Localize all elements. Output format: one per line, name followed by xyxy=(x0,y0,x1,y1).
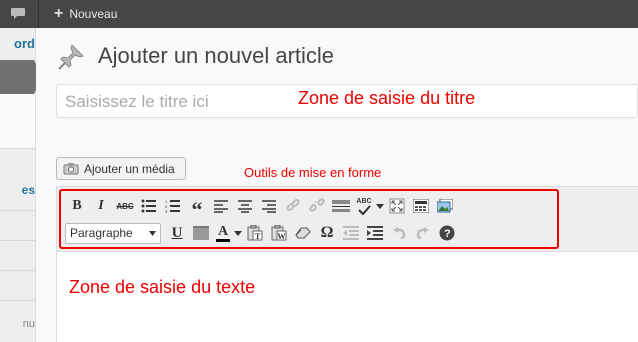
paste-text-icon[interactable]: T xyxy=(243,221,267,245)
align-center-icon[interactable] xyxy=(233,194,257,218)
sidebar-item-articles-active[interactable] xyxy=(0,60,34,94)
underline-icon[interactable]: U xyxy=(165,221,189,245)
bullet-list-icon[interactable] xyxy=(137,194,161,218)
italic-icon[interactable]: I xyxy=(89,194,113,218)
new-menu-label: Nouveau xyxy=(69,7,118,21)
admin-bar: + Nouveau xyxy=(0,0,638,28)
strikethrough-icon[interactable]: ABC xyxy=(113,194,137,218)
sidebar-item-pages[interactable]: es xyxy=(0,183,35,197)
add-media-label: Ajouter un média xyxy=(84,161,175,176)
svg-text:W: W xyxy=(278,232,286,241)
title-zone-annotation: Zone de saisie du titre xyxy=(298,88,476,108)
redo-icon[interactable] xyxy=(411,221,435,245)
sidebar-divider xyxy=(0,148,35,149)
main-content: Ajouter un nouvel article Zone de saisie… xyxy=(36,28,638,342)
text-color-glyph: A xyxy=(217,223,229,239)
outdent-icon[interactable] xyxy=(339,221,363,245)
svg-text:?: ? xyxy=(444,228,451,240)
toolbar-row-2: Paragraphe U A T W Ω ? xyxy=(65,221,459,245)
page-title: Ajouter un nouvel article xyxy=(98,43,335,68)
text-color-icon[interactable]: A xyxy=(213,221,233,245)
tools-annotation: Outils de mise en forme xyxy=(244,165,382,180)
media-icon[interactable] xyxy=(433,194,457,218)
chevron-down-icon xyxy=(149,230,156,236)
comment-bubble-icon[interactable] xyxy=(10,7,26,20)
format-select-value: Paragraphe xyxy=(70,226,133,240)
undo-icon[interactable] xyxy=(387,221,411,245)
paste-word-icon[interactable]: W xyxy=(267,221,291,245)
sidebar-divider xyxy=(0,210,35,211)
camera-icon xyxy=(63,163,79,175)
clear-format-icon[interactable] xyxy=(291,221,315,245)
sidebar-item-dashboard[interactable]: ord xyxy=(0,36,35,51)
svg-text:3: 3 xyxy=(165,209,168,213)
kitchen-sink-icon[interactable] xyxy=(409,194,433,218)
sidebar-divider xyxy=(0,300,35,301)
indent-icon[interactable] xyxy=(363,221,387,245)
post-editor[interactable]: B I ABC 123 “ ABC Paragraphe U A T W Ω ?… xyxy=(56,186,638,342)
justify-icon[interactable] xyxy=(189,221,213,245)
plus-icon: + xyxy=(54,5,64,22)
sidebar-submenu xyxy=(0,94,35,148)
sidebar-item-collapse-menu[interactable]: nu xyxy=(0,318,35,330)
spellcheck-label: ABC xyxy=(356,197,372,205)
svg-text:T: T xyxy=(255,232,261,241)
link-icon[interactable] xyxy=(281,194,305,218)
add-media-button[interactable]: Ajouter un média xyxy=(56,157,186,180)
spellcheck-dropdown-icon[interactable] xyxy=(375,194,385,218)
pushpin-icon xyxy=(58,44,84,70)
align-left-icon[interactable] xyxy=(209,194,233,218)
align-right-icon[interactable] xyxy=(257,194,281,218)
special-char-icon[interactable]: Ω xyxy=(315,221,339,245)
more-tag-icon[interactable] xyxy=(329,194,353,218)
blockquote-icon[interactable]: “ xyxy=(185,194,209,222)
text-color-dropdown-icon[interactable] xyxy=(233,221,243,245)
sidebar-divider xyxy=(0,240,35,241)
text-zone-annotation: Zone de saisie du texte xyxy=(69,277,256,297)
sidebar-divider xyxy=(0,270,35,271)
bold-icon[interactable]: B xyxy=(65,194,89,218)
fullscreen-icon[interactable] xyxy=(385,194,409,218)
format-select[interactable]: Paragraphe xyxy=(65,222,161,244)
unlink-icon[interactable] xyxy=(305,194,329,218)
help-icon[interactable]: ? xyxy=(435,221,459,245)
spellcheck-icon[interactable]: ABC xyxy=(353,194,375,218)
admin-bar-separator xyxy=(38,0,39,28)
admin-sidebar: ord es nu xyxy=(0,28,36,342)
new-menu-button[interactable]: + Nouveau xyxy=(54,5,117,23)
toolbar-row-1: B I ABC 123 “ ABC xyxy=(65,194,457,222)
numbered-list-icon[interactable]: 123 xyxy=(161,194,185,218)
text-color-swatch xyxy=(216,238,230,242)
title-input[interactable] xyxy=(63,89,287,115)
